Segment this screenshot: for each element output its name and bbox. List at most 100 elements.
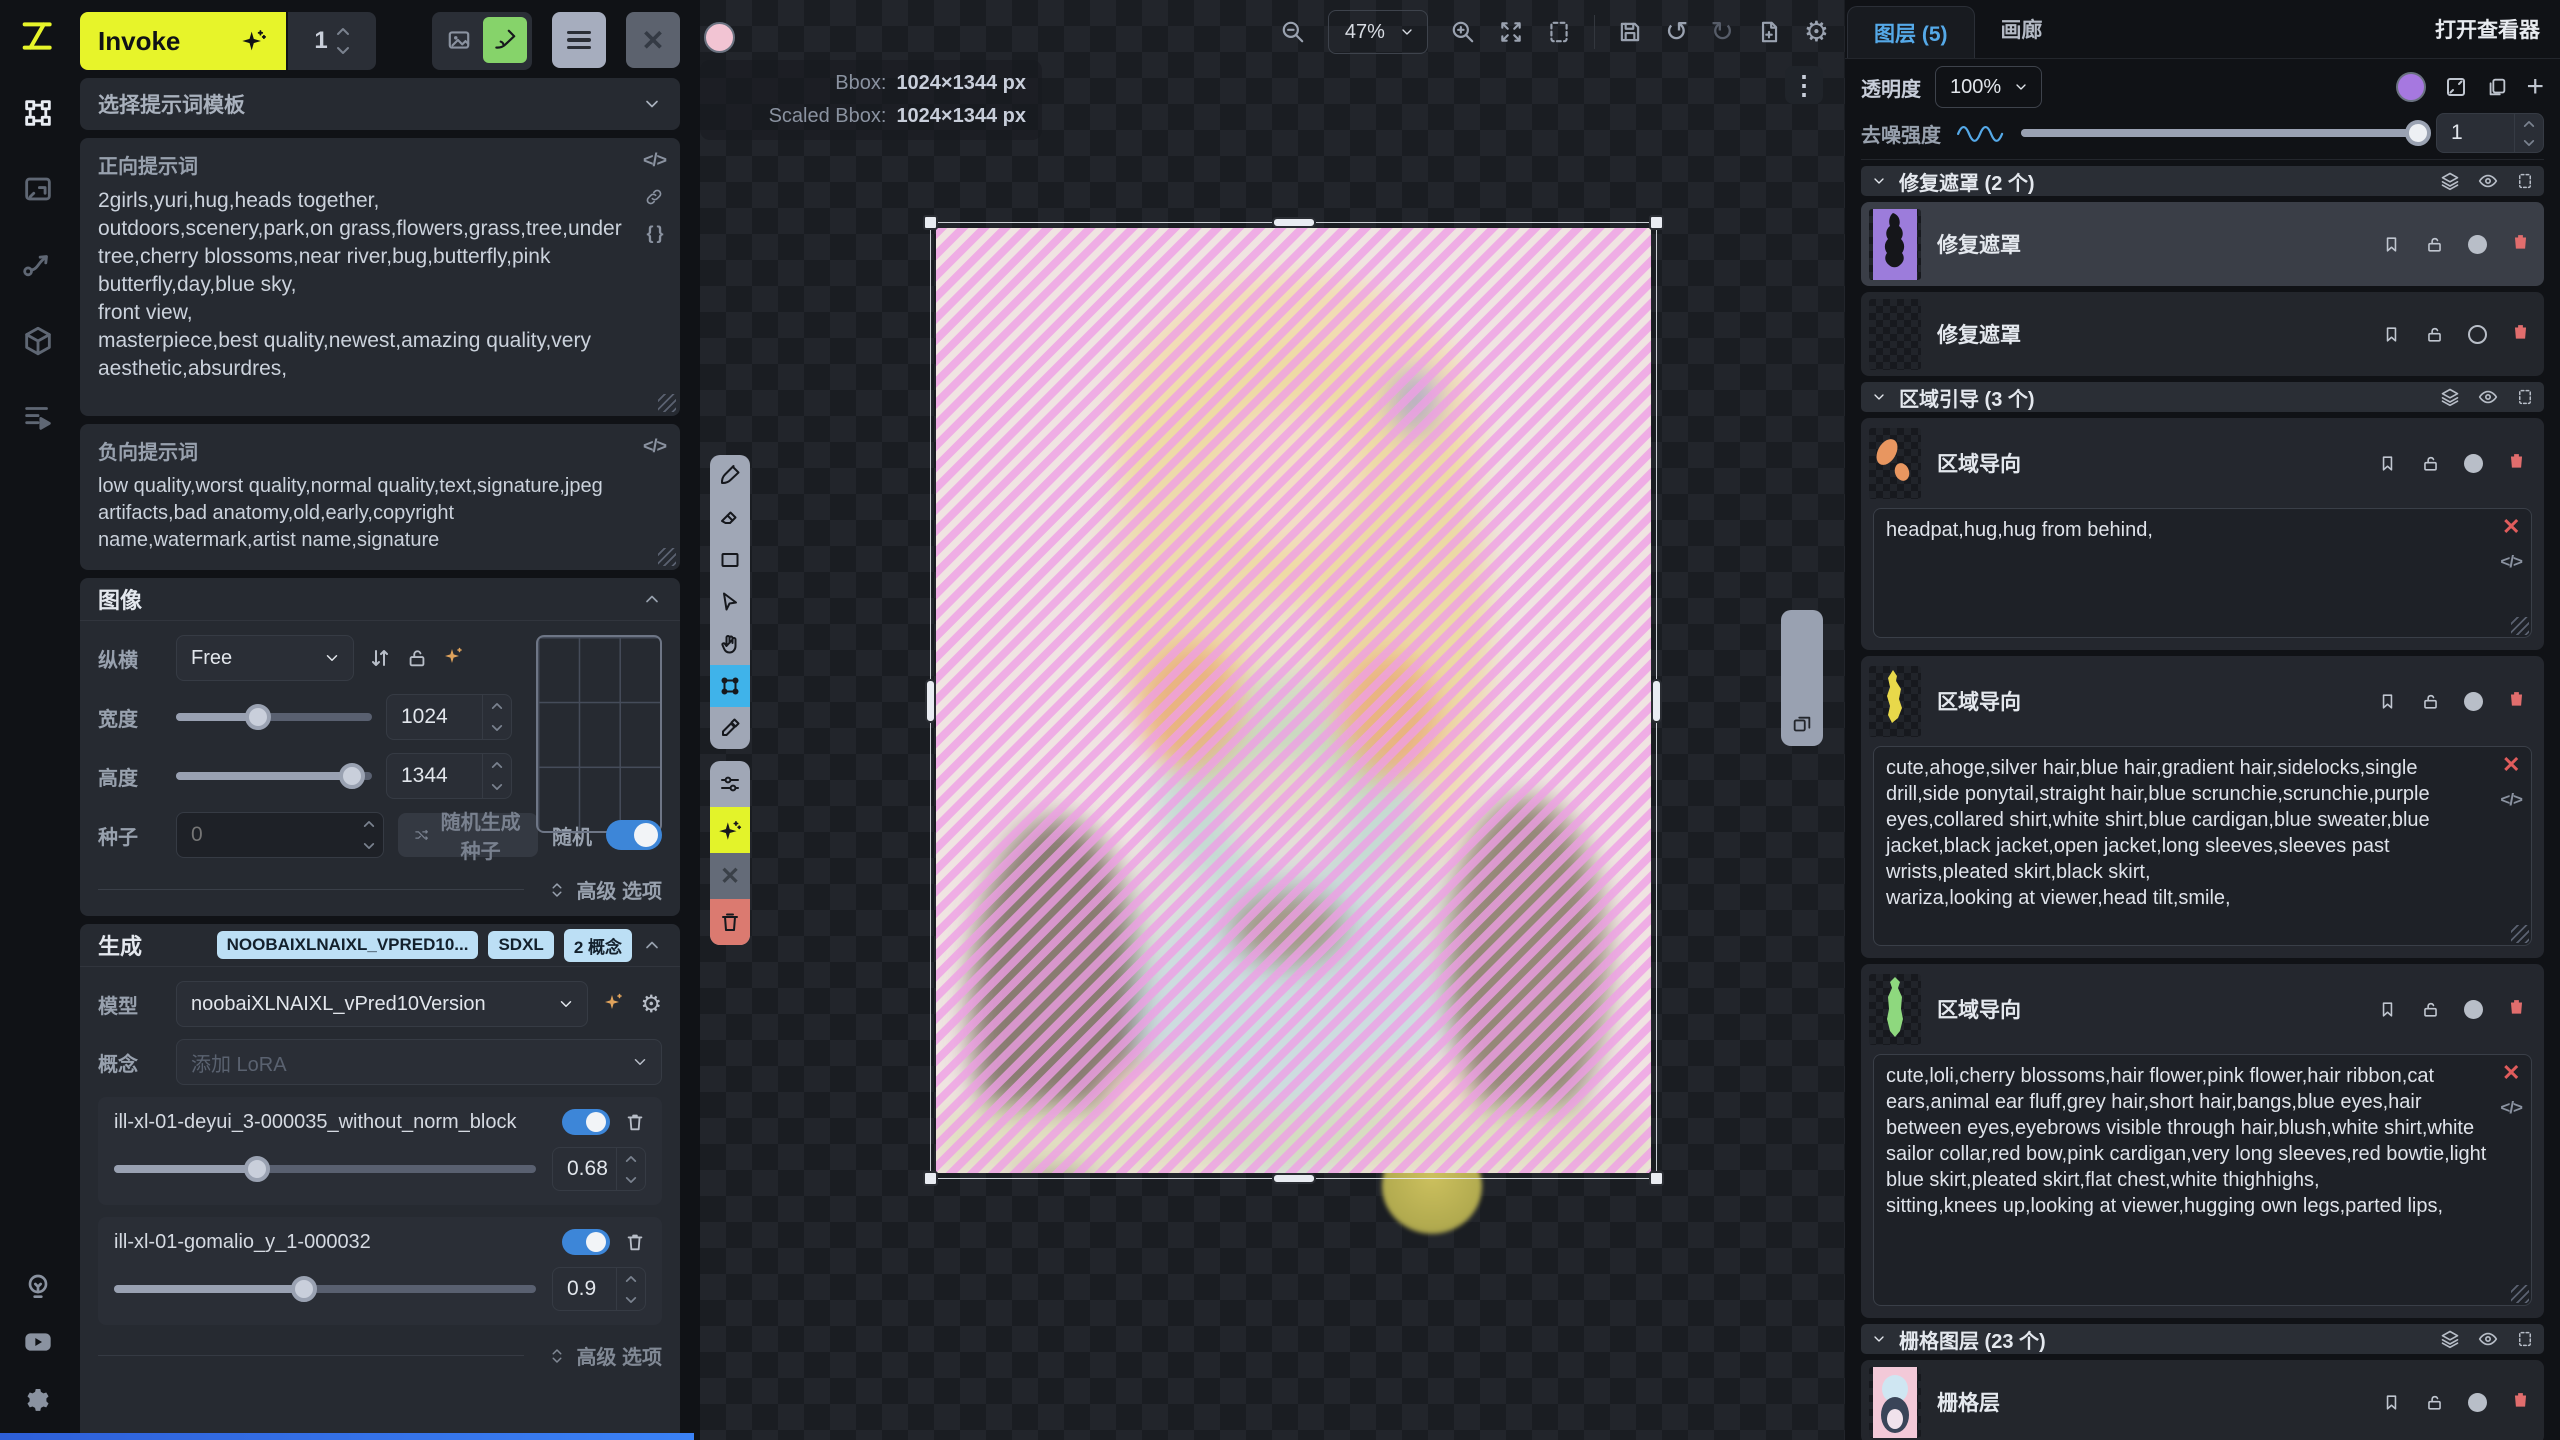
visibility-eye-icon[interactable] [2478,1329,2498,1349]
canvas-menu-button[interactable]: ⋮ [1785,66,1823,104]
image-advanced-options[interactable]: 高级 选项 [98,871,662,904]
tool-cancel[interactable]: ✕ [710,853,750,899]
resize-grip[interactable] [2511,925,2529,943]
fit-layer-icon[interactable] [2444,75,2468,99]
nav-models-icon[interactable] [21,324,55,358]
randomize-seed-button[interactable]: 随机生成种子 [398,813,538,857]
fit-to-view-icon[interactable] [1498,19,1524,45]
select-bbox-icon[interactable] [2516,172,2534,190]
tool-delete[interactable] [710,899,750,945]
tab-gallery[interactable]: 画廊 [1975,0,2069,58]
width-steppers[interactable] [482,695,511,739]
nav-workflows-icon[interactable] [21,248,55,282]
tab-layers[interactable]: 图层 (5) [1847,6,1975,58]
bbox-handle-top[interactable] [1272,217,1316,228]
aspect-select[interactable]: Free [176,635,354,681]
tool-invoke-sparkle[interactable] [710,807,750,853]
zoom-level-select[interactable]: 47% [1328,10,1428,54]
opacity-circle-icon[interactable] [2468,235,2487,254]
fit-bbox-icon[interactable] [1546,19,1572,45]
bookmark-icon[interactable] [2382,235,2401,254]
visibility-eye-icon[interactable] [2478,171,2498,191]
nav-upscaling-icon[interactable] [21,172,55,206]
select-bbox-icon[interactable] [2516,388,2534,406]
opacity-circle-icon[interactable] [2464,692,2483,711]
opacity-circle-icon[interactable] [2468,325,2487,344]
layer-card-regional-guidance[interactable]: 区域导向 headpat,hug,hug from behind, ✕</> [1861,418,2544,650]
lora-enabled-toggle[interactable] [562,1229,610,1255]
canvas-settings-gear-icon[interactable]: ⚙ [1804,18,1829,46]
tool-bbox[interactable] [710,665,750,707]
positive-prompt-box[interactable]: 正向提示词 2girls,yuri,hug,heads together, ou… [80,138,680,416]
regional-group-header[interactable]: 区域引导 (3 个) [1861,382,2544,412]
bbox-handle-left[interactable] [925,679,936,723]
add-layer-icon[interactable]: + [2526,72,2544,102]
generation-section-header[interactable]: 生成 NOOBAIXLNAIXL_VPRED10... SDXL 2 概念 [80,924,680,967]
lock-icon[interactable] [2421,454,2440,473]
resize-grip[interactable] [2511,1285,2529,1303]
lock-icon[interactable] [2425,325,2444,344]
random-seed-toggle[interactable] [606,820,662,850]
regional-prompt-textarea[interactable]: cute,ahoge,silver hair,blue hair,gradien… [1873,746,2532,946]
bookmark-icon[interactable] [2378,692,2397,711]
braces-icon[interactable]: { } [646,223,662,244]
model-select[interactable]: noobaiXLNAIXL_vPred10Version [176,981,588,1027]
regional-prompt-textarea[interactable]: cute,loli,cherry blossoms,hair flower,pi… [1873,1054,2532,1306]
zoom-out-icon[interactable] [1280,19,1306,45]
lock-aspect-icon[interactable] [406,647,428,669]
code-icon[interactable]: </> [2500,1098,2522,1118]
tool-filter-settings[interactable] [710,761,750,807]
optimize-size-sparkle-icon[interactable] [442,644,466,673]
trash-icon[interactable] [2507,997,2526,1021]
denoise-steppers[interactable] [2514,114,2543,152]
layer-color-swatch[interactable] [2396,72,2426,102]
lock-icon[interactable] [2425,1393,2444,1412]
opacity-select[interactable]: 100% [1935,66,2042,108]
queue-count-box[interactable]: 1 [288,12,376,70]
duplicate-layer-icon[interactable] [2486,76,2508,98]
resize-grip[interactable] [658,548,676,566]
link-icon[interactable] [644,187,664,207]
layer-card-regional-guidance[interactable]: 区域导向 cute,loli,cherry blossoms,hair flow… [1861,964,2544,1318]
layer-row-inpaint-mask[interactable]: 修复遮罩 [1861,292,2544,376]
lora-enabled-toggle[interactable] [562,1109,610,1135]
remove-prompt-icon[interactable]: ✕ [2502,516,2520,538]
zoom-in-icon[interactable] [1450,19,1476,45]
lock-icon[interactable] [2425,235,2444,254]
merge-layers-icon[interactable] [2440,171,2460,191]
bbox-handle-bottom[interactable] [1272,1173,1316,1184]
lock-icon[interactable] [2421,1000,2440,1019]
new-canvas-icon[interactable] [1756,19,1782,45]
tool-eraser[interactable] [710,497,750,539]
swap-dimensions-icon[interactable] [368,646,392,670]
merge-layers-icon[interactable] [2440,1329,2460,1349]
trash-icon[interactable] [2511,232,2530,256]
bbox-handle-bottom-left[interactable] [923,1171,938,1186]
remove-prompt-icon[interactable]: ✕ [2502,754,2520,776]
code-icon[interactable]: </> [643,436,666,457]
regional-prompt-textarea[interactable]: headpat,hug,hug from behind, [1873,508,2532,638]
queue-count-steppers[interactable] [336,27,350,55]
gallery-mode-icon[interactable] [437,17,481,63]
trash-icon[interactable] [2511,1390,2530,1414]
bookmark-icon[interactable] [2378,454,2397,473]
invoke-button[interactable]: Invoke [80,12,286,70]
resize-grip[interactable] [2511,617,2529,635]
tool-eyedropper[interactable] [710,707,750,749]
save-icon[interactable] [1617,19,1643,45]
opacity-circle-icon[interactable] [2464,454,2483,473]
model-sparkle-icon[interactable] [602,990,626,1019]
close-button[interactable]: ✕ [626,12,680,68]
bookmark-icon[interactable] [2382,325,2401,344]
youtube-icon[interactable] [22,1326,54,1363]
positive-prompt-text[interactable]: 2girls,yuri,hug,heads together, outdoors… [98,187,622,383]
model-settings-gear-icon[interactable]: ⚙ [640,990,662,1019]
lock-icon[interactable] [2421,692,2440,711]
code-icon[interactable]: </> [2500,790,2522,810]
lora-weight-steppers[interactable] [616,1148,645,1190]
brush-mode-icon[interactable] [483,17,527,63]
code-icon[interactable]: </> [643,150,666,171]
trash-icon[interactable] [2507,689,2526,713]
merge-layers-icon[interactable] [2440,387,2460,407]
trash-icon[interactable] [624,1111,646,1133]
